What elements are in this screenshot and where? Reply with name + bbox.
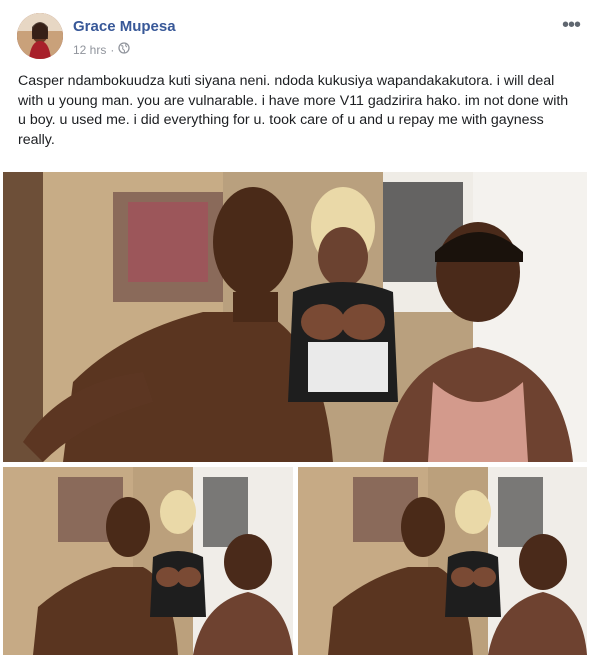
main-photo[interactable]: [3, 172, 587, 462]
timestamp[interactable]: 12 hrs: [73, 43, 106, 57]
left-photo-image: [3, 467, 293, 655]
author-name[interactable]: Grace Mupesa: [73, 18, 176, 35]
post-header: Grace Mupesa 12 hrs · •••: [0, 0, 590, 66]
left-photo[interactable]: [3, 467, 293, 655]
post-meta: 12 hrs ·: [73, 42, 131, 57]
post-text: Casper ndambokuudza kuti siyana neni. nd…: [18, 73, 569, 148]
author-avatar[interactable]: [17, 13, 63, 59]
more-options-button[interactable]: •••: [562, 14, 581, 37]
avatar-image: [17, 13, 63, 59]
right-photo-image: [298, 467, 587, 655]
main-photo-image: [3, 172, 587, 462]
globe-icon[interactable]: [118, 42, 131, 57]
facebook-post: Grace Mupesa 12 hrs · ••• Casper ndambok…: [0, 0, 590, 657]
meta-separator: ·: [110, 42, 115, 57]
right-photo[interactable]: [298, 467, 587, 655]
